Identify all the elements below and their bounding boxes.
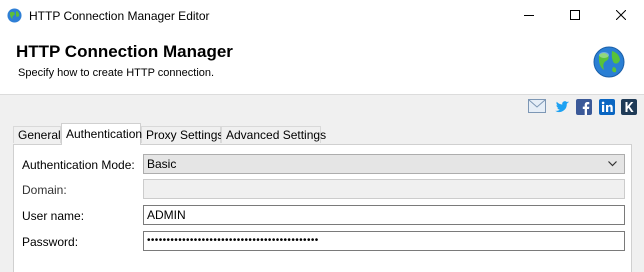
minimize-button[interactable] — [506, 0, 552, 31]
tab-general[interactable]: General — [13, 126, 61, 143]
k-icon[interactable] — [621, 99, 637, 115]
tab-proxy-settings[interactable]: Proxy Settings — [141, 126, 223, 143]
globe-icon — [7, 8, 22, 23]
username-label: User name: — [22, 209, 85, 223]
minimize-icon — [524, 15, 534, 16]
chevron-down-icon — [608, 161, 617, 167]
close-button[interactable] — [598, 0, 644, 31]
auth-mode-value: Basic — [147, 157, 177, 171]
authentication-panel: Authentication Mode: Basic Domain: User … — [13, 144, 632, 272]
password-label: Password: — [22, 235, 79, 249]
twitter-icon[interactable] — [554, 99, 570, 115]
auth-mode-select[interactable]: Basic — [143, 154, 625, 174]
header-subtitle: Specify how to create HTTP connection. — [18, 67, 215, 79]
domain-label: Domain: — [22, 183, 67, 197]
close-icon — [616, 10, 626, 20]
header-title: HTTP Connection Manager — [16, 42, 233, 61]
dialog-header: HTTP Connection Manager Specify how to c… — [0, 31, 644, 94]
auth-mode-label: Authentication Mode: — [22, 158, 135, 172]
username-field[interactable]: ADMIN — [143, 205, 625, 225]
window-title: HTTP Connection Manager Editor — [29, 9, 210, 23]
mail-icon[interactable] — [528, 99, 546, 115]
password-field[interactable]: ••••••••••••••••••••••••••••••••••••••••… — [143, 231, 625, 251]
maximize-button[interactable] — [552, 0, 598, 31]
globe-icon — [593, 46, 625, 78]
maximize-icon — [570, 10, 580, 20]
tab-authentication[interactable]: Authentication — [61, 123, 142, 145]
domain-field[interactable] — [143, 179, 625, 199]
tab-advanced-settings[interactable]: Advanced Settings — [221, 126, 326, 143]
facebook-icon[interactable] — [576, 99, 592, 115]
linkedin-icon[interactable] — [599, 99, 615, 115]
content-area: General Authentication Proxy Settings Ad… — [0, 95, 644, 272]
title-bar: HTTP Connection Manager Editor — [0, 0, 644, 31]
